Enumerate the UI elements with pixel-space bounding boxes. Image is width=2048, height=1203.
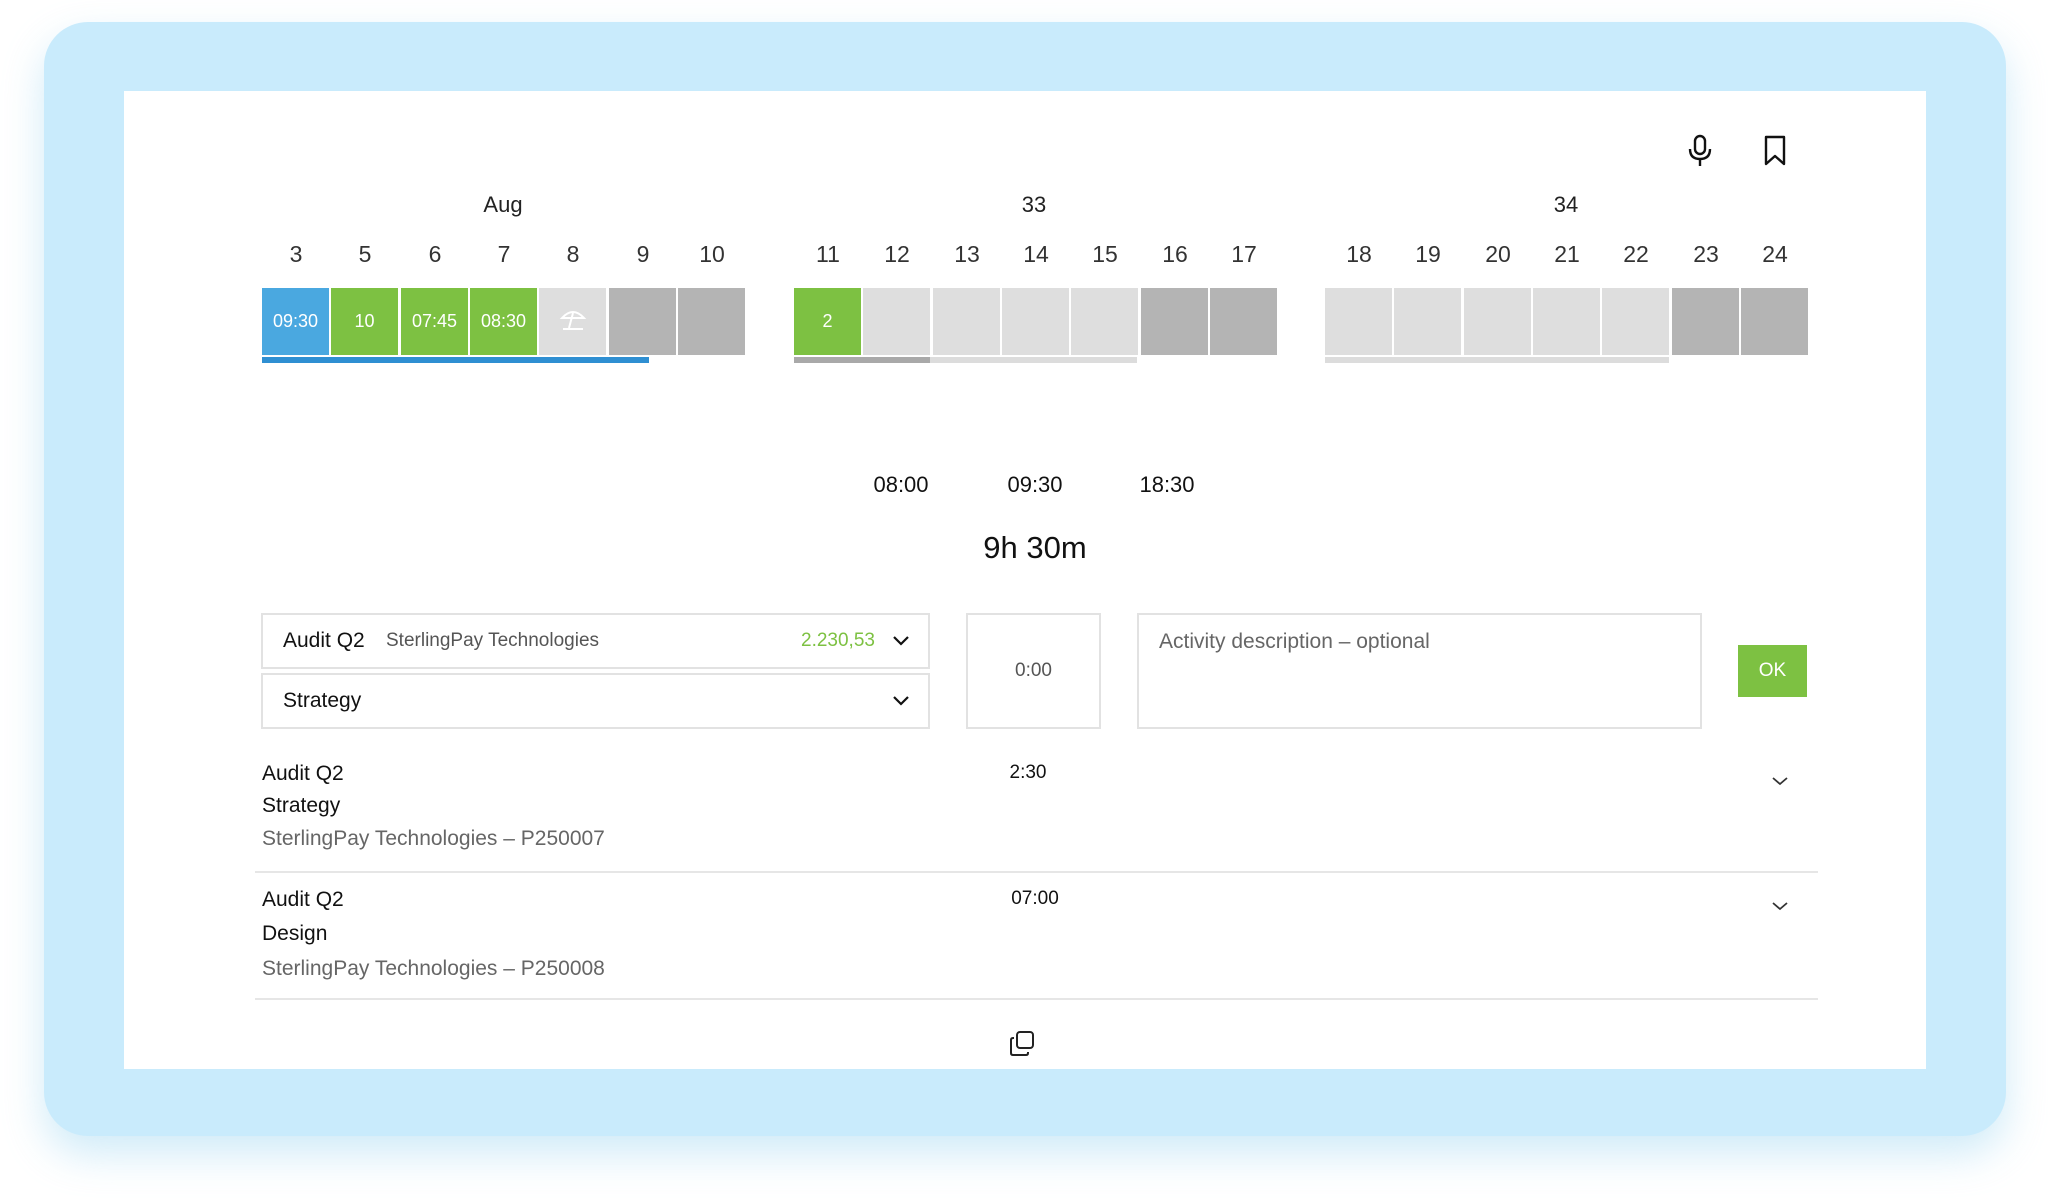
day-cell-5[interactable]: 10	[331, 288, 398, 355]
week2-progress-bar-empty	[930, 357, 1137, 363]
week-label-34: 34	[1553, 192, 1579, 217]
day-hours: 09:30	[272, 311, 319, 331]
activity-name: Strategy	[283, 689, 362, 712]
day-cell-12[interactable]	[863, 288, 930, 355]
entry-client: SterlingPay Technologies – P250008	[262, 957, 605, 980]
total-duration: 9h 30m	[983, 530, 1087, 565]
ok-button[interactable]: OK	[1738, 645, 1807, 697]
day-number: 24	[1762, 241, 1788, 267]
chevron-down-icon	[891, 631, 911, 651]
day-number: 11	[816, 241, 840, 267]
day-cell-22[interactable]	[1602, 288, 1669, 355]
day-number: 22	[1623, 241, 1649, 267]
time-entry-row[interactable]: Audit Q2 Design SterlingPay Technologies…	[255, 874, 1818, 996]
entry-activity: Strategy	[262, 794, 341, 817]
entry-time: 2:30	[1009, 762, 1047, 783]
microphone-button[interactable]	[1680, 129, 1720, 173]
duration-input[interactable]: 0:00	[966, 613, 1101, 729]
day-cell-20[interactable]	[1464, 288, 1531, 355]
day-cell-10[interactable]	[678, 288, 745, 355]
day-cell-7[interactable]: 08:30	[470, 288, 537, 355]
day-number: 17	[1231, 241, 1257, 267]
day-number: 12	[884, 241, 910, 267]
day-number: 16	[1162, 241, 1188, 267]
chevron-down-icon[interactable]	[1770, 771, 1790, 791]
day-cell-9[interactable]	[609, 288, 676, 355]
day-cell-24[interactable]	[1741, 288, 1808, 355]
day-cell-8[interactable]	[539, 288, 606, 355]
copy-icon	[1010, 1031, 1034, 1056]
week3-progress-bar	[1325, 357, 1669, 363]
day-number: 13	[954, 241, 980, 267]
duration-value: 0:00	[1015, 660, 1052, 681]
client-name: SterlingPay Technologies	[386, 630, 600, 651]
day-number: 20	[1485, 241, 1511, 267]
entry-divider	[255, 998, 1818, 1000]
day-number: 14	[1023, 241, 1049, 267]
day-number: 10	[699, 241, 725, 267]
day-number: 6	[428, 241, 442, 267]
day-cell-3[interactable]: 09:30	[262, 288, 329, 355]
time-entry-row[interactable]: Audit Q2 Strategy SterlingPay Technologi…	[255, 748, 1818, 870]
day-cell-19[interactable]	[1394, 288, 1461, 355]
week1-progress-bar	[262, 357, 649, 363]
beach-umbrella-icon	[559, 306, 587, 337]
day-cell-23[interactable]	[1672, 288, 1739, 355]
entry-project: Audit Q2	[262, 762, 344, 785]
activity-select[interactable]: Strategy	[261, 673, 930, 729]
day-cell-21[interactable]	[1533, 288, 1600, 355]
day-cell-16[interactable]	[1141, 288, 1208, 355]
day-number: 21	[1554, 241, 1580, 267]
day-number: 19	[1415, 241, 1441, 267]
day-cell-18[interactable]	[1325, 288, 1392, 355]
entry-divider	[255, 871, 1818, 873]
description-placeholder: Activity description – optional	[1159, 630, 1430, 653]
day-number: 9	[636, 241, 650, 267]
week-label-33: 33	[1021, 192, 1047, 217]
day-number: 5	[358, 241, 372, 267]
week-label-aug: Aug	[483, 192, 523, 217]
project-name: Audit Q2	[283, 629, 365, 652]
day-cell-6[interactable]: 07:45	[401, 288, 468, 355]
entry-client: SterlingPay Technologies – P250007	[262, 827, 605, 850]
bookmark-button[interactable]	[1755, 129, 1795, 173]
day-number: 18	[1346, 241, 1372, 267]
day-hours: 10	[354, 311, 375, 331]
chevron-down-icon[interactable]	[1770, 896, 1790, 916]
mid-time[interactable]: 09:30	[985, 472, 1085, 498]
entry-time: 07:00	[1011, 888, 1059, 909]
description-input[interactable]: Activity description – optional	[1137, 613, 1702, 729]
day-number: 8	[566, 241, 580, 267]
chevron-down-icon	[891, 691, 911, 711]
project-select[interactable]: Audit Q2 SterlingPay Technologies 2.230,…	[261, 613, 930, 669]
day-number: 3	[289, 241, 303, 267]
day-cell-11[interactable]: 2	[794, 288, 861, 355]
day-hours: 2	[822, 311, 833, 331]
day-number: 7	[497, 241, 511, 267]
day-number: 23	[1693, 241, 1719, 267]
day-cell-17[interactable]	[1210, 288, 1277, 355]
day-cell-14[interactable]	[1002, 288, 1069, 355]
day-number: 15	[1092, 241, 1118, 267]
start-time[interactable]: 08:00	[851, 472, 951, 498]
budget-value: 2.230,53	[801, 630, 875, 651]
day-cell-15[interactable]	[1071, 288, 1138, 355]
day-hours: 07:45	[411, 311, 458, 331]
end-time[interactable]: 18:30	[1117, 472, 1217, 498]
copy-button[interactable]	[1002, 1022, 1042, 1066]
week2-progress-bar-filled	[794, 357, 930, 363]
entry-activity: Design	[262, 922, 328, 945]
microphone-icon	[1688, 134, 1712, 166]
bookmark-icon	[1764, 135, 1786, 166]
entry-project: Audit Q2	[262, 888, 344, 911]
day-cell-13[interactable]	[933, 288, 1000, 355]
day-hours: 08:30	[480, 311, 527, 331]
